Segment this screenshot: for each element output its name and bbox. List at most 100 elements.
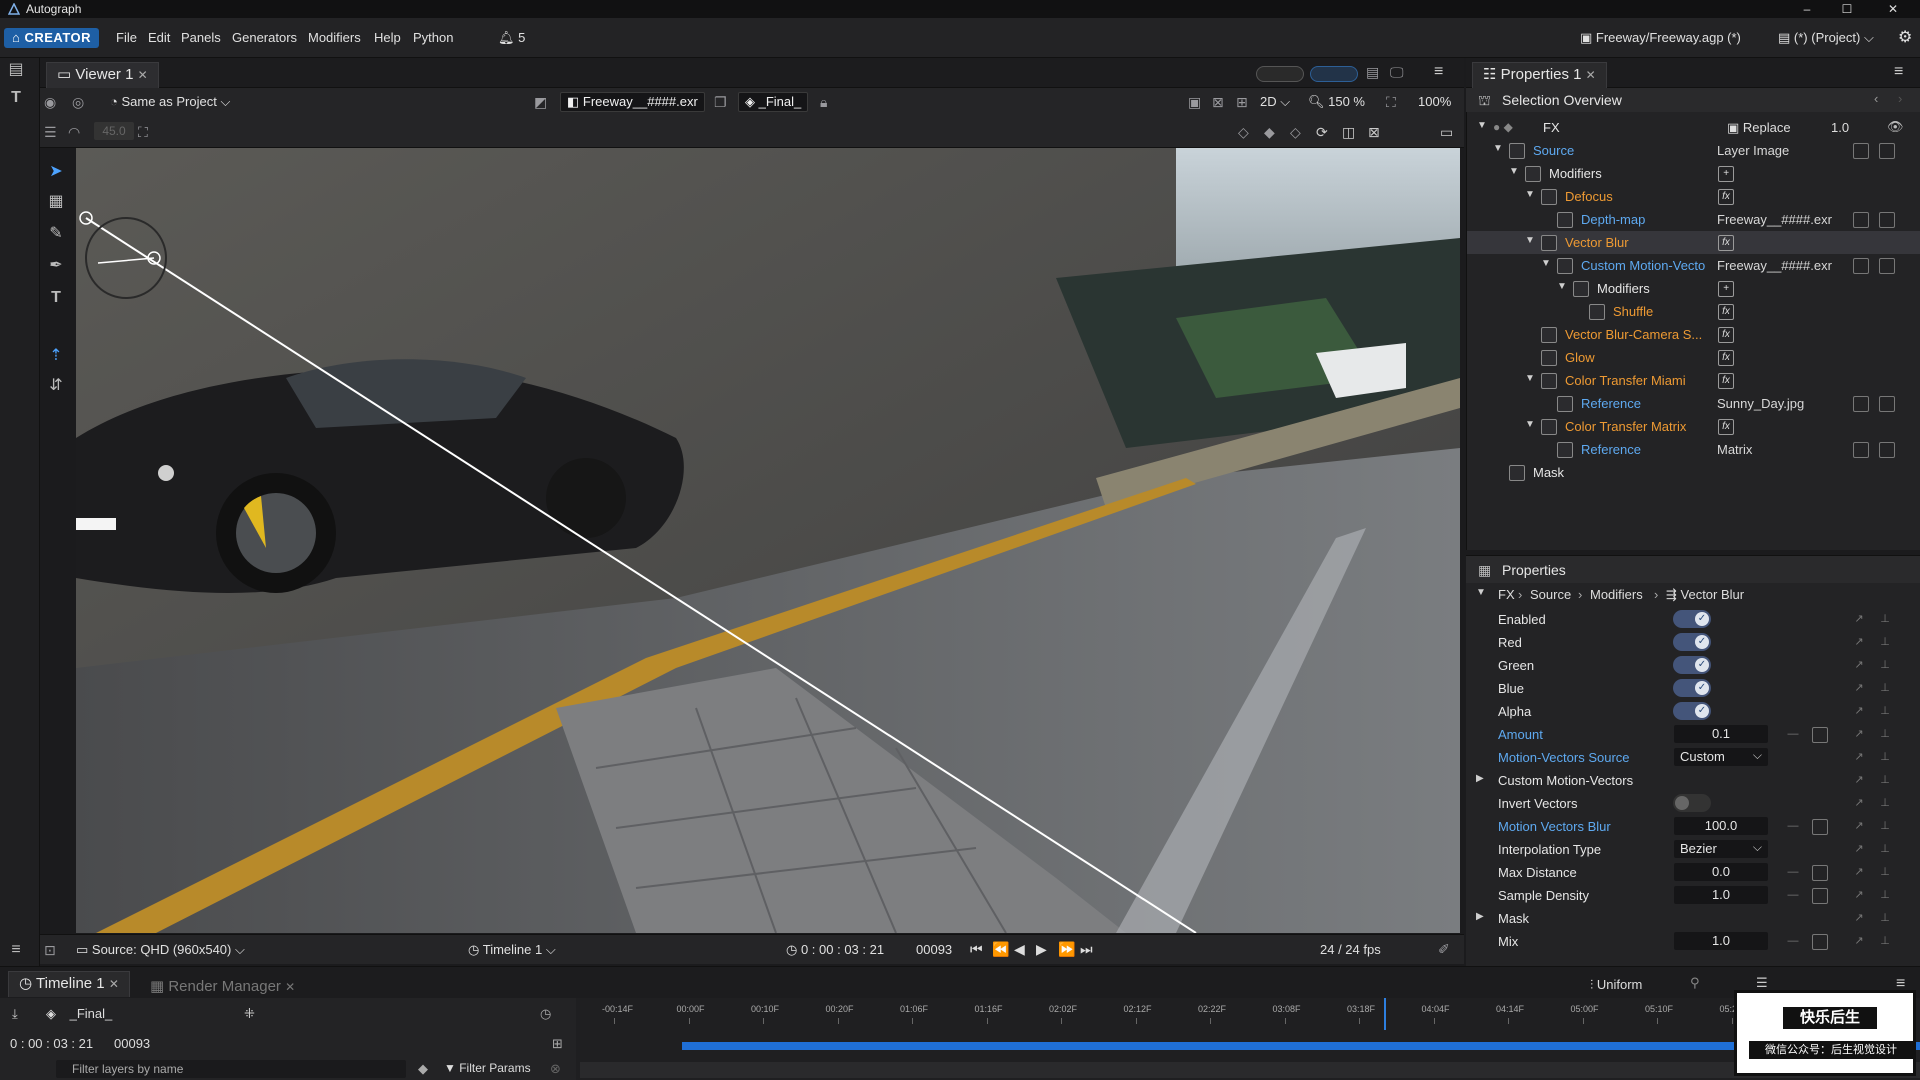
close-properties-tab-icon[interactable]: ✕ xyxy=(1586,68,1596,82)
next-key-icon[interactable]: ◇ xyxy=(1290,124,1301,141)
link-param-icon[interactable]: ↗ xyxy=(1852,773,1866,787)
tree-row[interactable]: Reference Sunny_Day.jpg xyxy=(1467,392,1920,415)
fps-display[interactable]: 24 / 24 fps xyxy=(1320,942,1381,957)
fx-toggle-icon[interactable]: fx xyxy=(1718,327,1734,343)
eyedropper-icon[interactable]: ✐ xyxy=(1438,941,1450,958)
reset-param-icon[interactable]: ⊥ xyxy=(1878,704,1892,718)
reset-param-icon[interactable]: ⊥ xyxy=(1878,681,1892,695)
brush-tool-icon[interactable]: ✎ xyxy=(44,222,68,246)
safe-area-icon[interactable]: ▣ xyxy=(1188,94,1201,111)
fullscreen-icon[interactable]: ▭ xyxy=(1440,124,1453,141)
link-param-icon[interactable]: ↗ xyxy=(1852,727,1866,741)
close-tab-icon[interactable]: ✕ xyxy=(138,68,148,82)
go-end-icon[interactable]: ⏭ xyxy=(1080,941,1093,958)
reset-param-icon[interactable]: ⊥ xyxy=(1878,612,1892,626)
copy-icon[interactable]: ❐ xyxy=(714,94,727,111)
lock-icon[interactable]: 🔒︎ xyxy=(820,94,827,111)
tree-row[interactable]: Shuffle fx xyxy=(1467,300,1920,323)
add-modifier-icon[interactable]: + xyxy=(1718,281,1734,297)
link-layer-icon[interactable] xyxy=(1853,258,1869,274)
step-forward-icon[interactable]: ⏩ xyxy=(1058,941,1075,958)
keyframe-box-icon[interactable] xyxy=(1812,865,1828,881)
pick-layer-icon[interactable] xyxy=(1879,396,1895,412)
fx-toggle-icon[interactable]: fx xyxy=(1718,419,1734,435)
property-toggle[interactable]: ✓ xyxy=(1673,794,1711,812)
tree-row[interactable]: Reference Matrix xyxy=(1467,438,1920,461)
clear-filter-icon[interactable]: ⊗ xyxy=(550,1061,561,1077)
expand-arrow-icon[interactable]: ▶ xyxy=(1476,911,1484,922)
play-icon[interactable]: ▶ xyxy=(1036,941,1047,958)
back-icon[interactable]: ‹ xyxy=(1874,91,1878,106)
link-param-icon[interactable]: ↗ xyxy=(1852,796,1866,810)
close-render-tab-icon[interactable]: ✕ xyxy=(285,980,295,994)
tree-row[interactable]: ▼ Color Transfer Matrix fx xyxy=(1467,415,1920,438)
replace-blend-select[interactable]: ▣ Replace xyxy=(1727,120,1791,136)
property-toggle[interactable]: ✓ xyxy=(1673,656,1711,674)
link-param-icon[interactable]: ↗ xyxy=(1852,865,1866,879)
snapshot-icon[interactable]: ⊡ xyxy=(44,942,56,959)
refresh-icon[interactable]: ⟳ xyxy=(1316,124,1328,141)
playhead[interactable] xyxy=(1384,998,1386,1030)
timeline-timecode[interactable]: 0 : 00 : 03 : 21 xyxy=(10,1036,93,1051)
anchor-tool-icon[interactable]: ⇡ xyxy=(44,344,68,368)
timeline-select[interactable]: ◷ Timeline 1 ⌵ xyxy=(468,942,556,958)
link-layer-icon[interactable] xyxy=(1853,396,1869,412)
timeline-list-icon[interactable]: ☰ xyxy=(1756,975,1768,991)
reset-param-icon[interactable]: ⊥ xyxy=(1878,934,1892,948)
transform-tool-icon[interactable]: ⇵ xyxy=(44,374,68,398)
tab-viewer-1[interactable]: ▭ Viewer 1 ✕ xyxy=(46,62,159,88)
keyframe-filter-icon[interactable]: ◆ xyxy=(418,1061,428,1077)
fx-toggle-icon[interactable]: fx xyxy=(1718,189,1734,205)
tree-row[interactable]: ▼ Vector Blur fx xyxy=(1467,231,1920,254)
property-toggle[interactable]: ✓ xyxy=(1673,633,1711,651)
angle-input[interactable]: 45.0 xyxy=(94,122,134,140)
breadcrumb-vector-blur[interactable]: ⇶ Vector Blur xyxy=(1666,587,1744,603)
reset-param-icon[interactable]: ⊥ xyxy=(1878,773,1892,787)
link-param-icon[interactable]: ↗ xyxy=(1852,704,1866,718)
property-toggle[interactable]: ✓ xyxy=(1673,702,1711,720)
menu-edit[interactable]: Edit xyxy=(148,30,170,45)
replace-value[interactable]: 1.0 xyxy=(1831,120,1849,135)
expand-icon[interactable]: ⛶ xyxy=(138,124,148,141)
viewer-timecode[interactable]: ◷ 0 : 00 : 03 : 21 xyxy=(786,942,884,958)
tab-timeline-1[interactable]: ◷ Timeline 1 ✕ xyxy=(8,971,130,997)
layout-icon[interactable]: ▤ xyxy=(1366,64,1379,81)
slider-dash-icon[interactable]: — xyxy=(1786,819,1800,833)
go-start-icon[interactable]: ⏮ xyxy=(970,941,983,958)
maximize-button[interactable]: ☐ xyxy=(1830,0,1864,18)
uniform-toggle[interactable]: ⫶ Uniform xyxy=(1590,977,1642,993)
minimize-button[interactable]: – xyxy=(1790,0,1824,18)
grid-tool-icon[interactable]: ▦ xyxy=(44,190,68,214)
viewer-menu-icon[interactable]: ≡ xyxy=(1434,63,1443,81)
pick-layer-icon[interactable] xyxy=(1879,143,1895,159)
reset-param-icon[interactable]: ⊥ xyxy=(1878,658,1892,672)
timeline-scrollbar[interactable] xyxy=(580,1062,1920,1078)
expand-arrow-icon[interactable]: ▼ xyxy=(1557,281,1567,292)
step-back-icon[interactable]: ⏪ xyxy=(992,941,1009,958)
layer-filter-input[interactable]: Filter layers by name xyxy=(56,1060,406,1078)
property-toggle[interactable]: ✓ xyxy=(1673,679,1711,697)
zoom-fit-value[interactable]: 100% xyxy=(1418,94,1451,109)
menu-panels[interactable]: Panels xyxy=(181,30,221,45)
timeline-clock-icon[interactable]: ◷ xyxy=(540,1006,551,1022)
reset-param-icon[interactable]: ⊥ xyxy=(1878,727,1892,741)
tree-row[interactable]: Depth-map Freeway__####.exr xyxy=(1467,208,1920,231)
fx-toggle-icon[interactable]: fx xyxy=(1718,350,1734,366)
property-select[interactable]: Custom xyxy=(1674,746,1768,766)
properties-menu-icon[interactable]: ≡ xyxy=(1894,63,1903,81)
viewport-canvas[interactable] xyxy=(76,148,1460,933)
snap-icon[interactable]: ⚲ xyxy=(1690,975,1700,991)
breadcrumb-fx[interactable]: FX xyxy=(1498,587,1515,602)
link-param-icon[interactable]: ↗ xyxy=(1852,612,1866,626)
tree-row[interactable]: ▼ Modifiers + xyxy=(1467,277,1920,300)
link-layer-icon[interactable] xyxy=(1853,143,1869,159)
link-param-icon[interactable]: ↗ xyxy=(1852,819,1866,833)
link-param-icon[interactable]: ↗ xyxy=(1852,888,1866,902)
overlay-icon[interactable]: ⊠ xyxy=(1368,124,1380,141)
slider-dash-icon[interactable]: — xyxy=(1786,865,1800,879)
menu-python[interactable]: Python xyxy=(413,30,453,45)
reset-param-icon[interactable]: ⊥ xyxy=(1878,750,1892,764)
reset-param-icon[interactable]: ⊥ xyxy=(1878,635,1892,649)
visibility-eye-icon[interactable]: 👁︎ xyxy=(1887,119,1904,135)
notifications-bell-icon[interactable]: 🔔︎ 5 xyxy=(498,30,525,46)
